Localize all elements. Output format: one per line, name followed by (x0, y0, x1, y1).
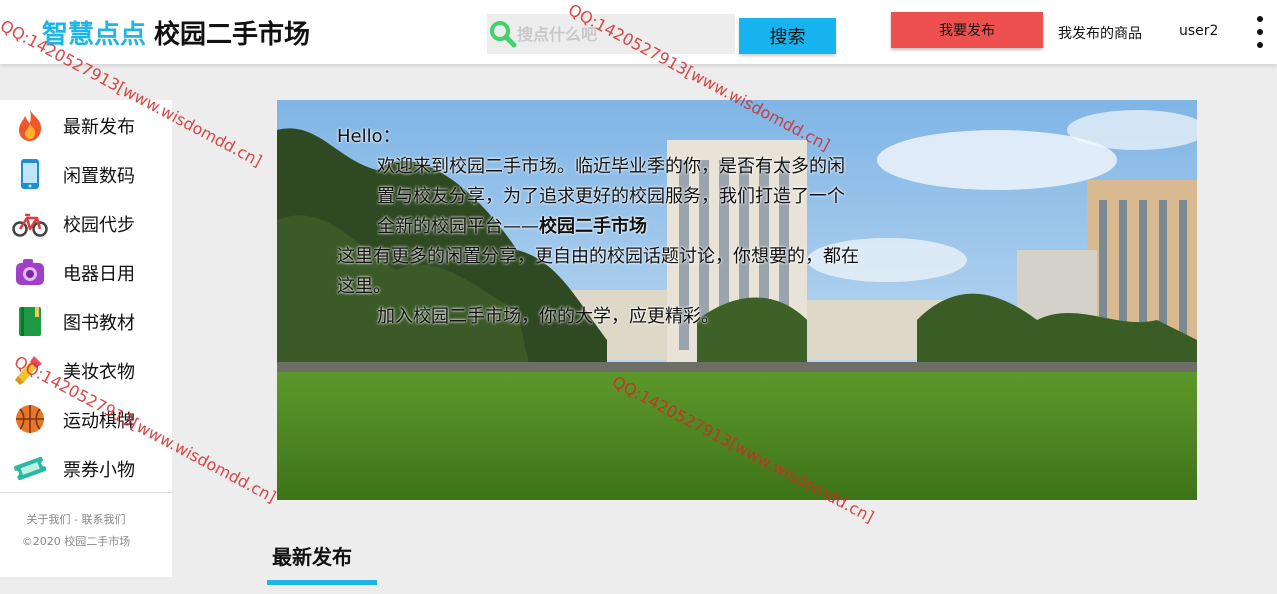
sidebar-item-appliances[interactable]: 电器日用 (0, 247, 172, 296)
lipstick-icon (15, 356, 42, 385)
welcome-message: Hello： 欢迎来到校园二手市场。临近毕业季的你，是否有太多的闲置与校友分享，… (337, 122, 861, 332)
brand-subtitle: 校园二手市场 (154, 20, 311, 50)
section-title-underline (267, 580, 377, 585)
search-input[interactable] (517, 19, 731, 49)
sidebar-item-digital[interactable]: 闲置数码 (0, 149, 172, 198)
fire-icon (19, 110, 42, 141)
more-vert-icon[interactable] (1253, 14, 1267, 50)
user-menu[interactable]: user2 (1179, 23, 1218, 39)
welcome-paragraph-2: 这里有更多的闲置分享，更自由的校园话题讨论，你想要的，都在这里。 (337, 246, 859, 297)
book-icon (19, 307, 41, 336)
phone-icon (21, 159, 39, 189)
sidebar-item-sports[interactable]: 运动棋牌 (0, 394, 172, 443)
sidebar-item-label: 闲置数码 (63, 166, 135, 187)
search-icon[interactable] (489, 20, 517, 48)
welcome-paragraph-1: 欢迎来到校园二手市场。临近毕业季的你，是否有太多的闲置与校友分享，为了追求更好的… (337, 152, 861, 242)
publish-button[interactable]: 我要发布 (891, 12, 1043, 48)
basketball-icon (16, 405, 44, 433)
welcome-greeting: Hello： (337, 126, 401, 147)
sidebar-item-tickets[interactable]: 票券小物 (0, 443, 172, 492)
sidebar-item-label: 票券小物 (63, 460, 135, 481)
bicycle-icon (12, 213, 48, 237)
sidebar-item-label: 最新发布 (63, 117, 135, 138)
campus-banner: Hello： 欢迎来到校园二手市场。临近毕业季的你，是否有太多的闲置与校友分享，… (277, 100, 1197, 500)
sidebar-item-beauty[interactable]: 美妆衣物 (0, 345, 172, 394)
footer-links[interactable]: 关于我们 - 联系我们 (0, 511, 152, 527)
sidebar-item-label: 图书教材 (63, 313, 135, 334)
site-logo[interactable]: 智慧点点 校园二手市场 (42, 14, 310, 51)
sidebar-item-label: 校园代步 (63, 215, 135, 236)
sidebar-item-label: 电器日用 (63, 264, 135, 285)
category-sidebar: 最新发布 闲置数码 校园代步 电器日用 图书教材 美妆衣物 运动棋牌 票券小物 … (0, 100, 172, 577)
welcome-paragraph-1-highlight: 校园二手市场 (539, 216, 647, 237)
sidebar-item-books[interactable]: 图书教材 (0, 296, 172, 345)
top-header: 智慧点点校园二手市场 搜索 我要发布 我发布的商品 user2 (0, 0, 1277, 64)
copyright: ©2020 校园二手市场 (21, 535, 131, 548)
sidebar-divider (0, 492, 172, 493)
search-box (487, 14, 735, 54)
sidebar-item-transport[interactable]: 校园代步 (0, 198, 172, 247)
ticket-icon (13, 456, 48, 481)
my-items-link[interactable]: 我发布的商品 (1058, 23, 1142, 43)
welcome-paragraph-3: 加入校园二手市场，你的大学，应更精彩。 (377, 306, 719, 327)
sidebar-item-label: 美妆衣物 (63, 362, 135, 383)
brand-name: 智慧点点 (42, 20, 147, 50)
section-title-latest: 最新发布 (272, 545, 352, 569)
camera-icon (16, 259, 44, 285)
search-button[interactable]: 搜索 (739, 18, 836, 54)
sidebar-item-latest[interactable]: 最新发布 (0, 100, 172, 149)
sidebar-item-label: 运动棋牌 (63, 411, 135, 432)
